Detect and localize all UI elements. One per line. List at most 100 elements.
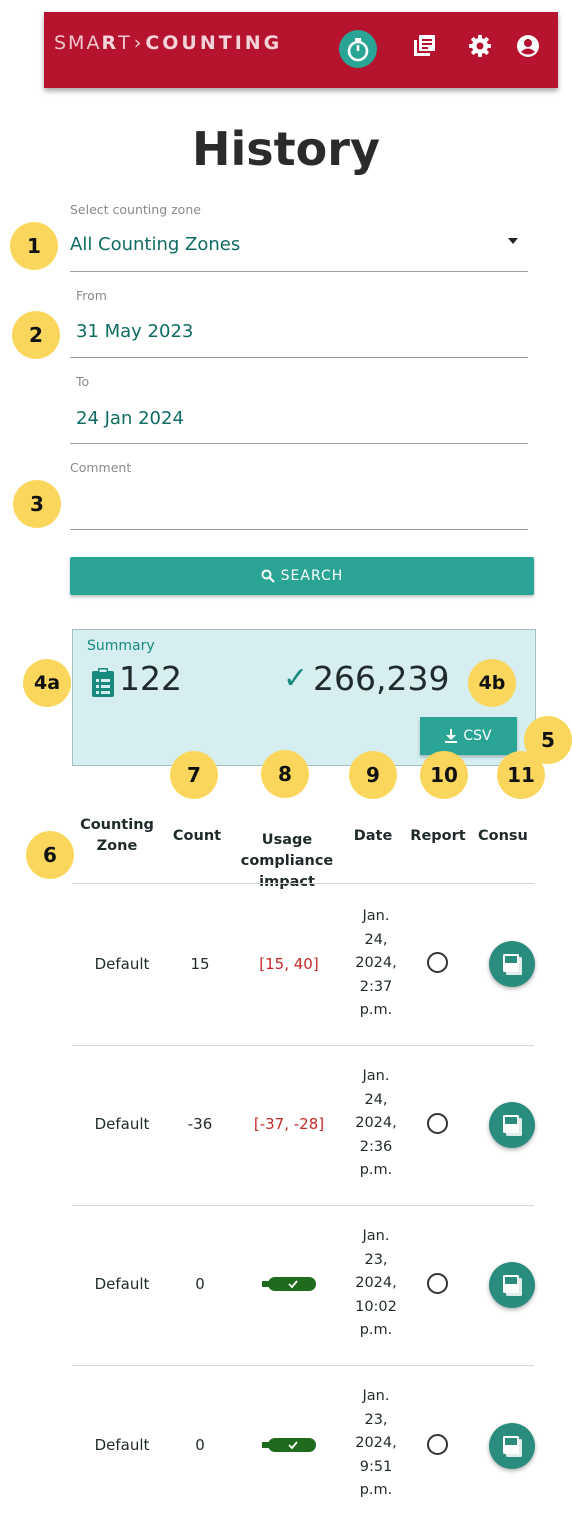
cell-counting-zone: Default — [94, 1115, 150, 1133]
logo-text-t: T — [118, 32, 132, 54]
comment-label: Comment — [70, 460, 132, 475]
cell-date: Jan. 24, 2024, 2:37 p.m. — [340, 905, 412, 1023]
settings-icon[interactable] — [468, 34, 492, 58]
from-label: From — [76, 288, 107, 303]
dropdown-arrow-icon[interactable] — [508, 238, 518, 244]
to-label: To — [76, 374, 90, 389]
pdf-consult-button[interactable] — [489, 1102, 535, 1148]
download-icon — [445, 729, 458, 743]
timer-button[interactable] — [339, 30, 377, 68]
summary-panel: Summary 122 ✓ 266,239 CSV — [72, 629, 536, 766]
zone-select-underline — [70, 271, 528, 272]
cell-usage-impact: [-37, -28] — [253, 1115, 325, 1133]
date-line: 2024, — [355, 1275, 397, 1291]
date-line: Jan. — [362, 908, 390, 924]
header-counting-zone-line2: Zone — [96, 838, 138, 854]
pdf-consult-button[interactable] — [489, 1262, 535, 1308]
date-line: Jan. — [362, 1388, 390, 1404]
header-impact-line1: Usage — [261, 832, 313, 848]
date-line: p.m. — [359, 1322, 393, 1338]
row-divider — [72, 1365, 534, 1366]
date-line: p.m. — [359, 1162, 393, 1178]
compliance-ok-pill-icon — [262, 1438, 316, 1452]
pdf-consult-button[interactable] — [489, 1423, 535, 1469]
header-counting-zone-line1: Counting — [80, 817, 154, 833]
zone-select[interactable]: All Counting Zones — [70, 234, 240, 255]
date-line: 9:51 — [359, 1458, 393, 1475]
cell-counting-zone: Default — [94, 955, 150, 973]
summary-compliance: 266,239 — [313, 659, 450, 698]
cell-date: Jan. 24, 2024, 2:36 p.m. — [340, 1065, 412, 1183]
account-icon[interactable] — [516, 34, 540, 58]
annotation-badge-9: 9 — [349, 751, 397, 799]
date-line: 2:37 — [359, 978, 393, 995]
comment-underline — [70, 529, 528, 530]
to-date-input[interactable]: 24 Jan 2024 — [76, 408, 184, 429]
header-counting-zone[interactable]: Counting Zone — [72, 815, 162, 857]
row-divider — [72, 1205, 534, 1206]
header-date[interactable]: Date — [350, 826, 396, 847]
date-line: p.m. — [359, 1482, 393, 1498]
report-radio[interactable] — [427, 1273, 448, 1294]
cell-usage-impact: [15, 40] — [259, 955, 319, 973]
report-radio[interactable] — [427, 952, 448, 973]
summary-label: Summary — [87, 638, 155, 654]
pdf-consult-button[interactable] — [489, 941, 535, 987]
pdf-icon — [503, 1436, 522, 1457]
date-line: 2024, — [355, 955, 397, 971]
date-line: 2024, — [355, 1115, 397, 1131]
csv-download-button[interactable]: CSV — [420, 717, 517, 755]
annotation-badge-10: 10 — [420, 751, 468, 799]
pdf-icon — [503, 1115, 522, 1136]
cell-count: 0 — [195, 1436, 205, 1454]
logo-text-r: R — [101, 32, 119, 54]
summary-count: 122 — [119, 659, 182, 698]
to-underline — [70, 443, 528, 444]
app-logo[interactable]: SMART › COUNTING — [54, 32, 282, 54]
cell-counting-zone: Default — [94, 1436, 150, 1454]
zone-select-label: Select counting zone — [70, 202, 201, 217]
annotation-badge-8: 8 — [261, 750, 309, 798]
date-line: Jan. — [362, 1228, 390, 1244]
row-divider — [72, 1045, 534, 1046]
cell-count: -36 — [187, 1115, 213, 1133]
annotation-badge-4b: 4b — [468, 659, 516, 707]
timer-icon — [347, 38, 369, 62]
date-line: 10:02 — [355, 1298, 397, 1315]
header-consult[interactable]: Consu — [478, 826, 536, 847]
header-divider — [72, 883, 534, 884]
cell-counting-zone: Default — [94, 1275, 150, 1293]
compliance-ok-pill-icon — [262, 1277, 316, 1291]
date-line: 23, — [364, 1411, 388, 1428]
cell-count: 15 — [190, 955, 210, 973]
annotation-badge-11: 11 — [497, 751, 545, 799]
date-line: Jan. — [362, 1068, 390, 1084]
logo-text-sma: SMA — [54, 32, 102, 54]
report-radio[interactable] — [427, 1434, 448, 1455]
date-line: 23, — [364, 1251, 388, 1268]
logo-arrow: › — [133, 32, 144, 54]
annotation-badge-6: 6 — [26, 831, 74, 879]
from-date-input[interactable]: 31 May 2023 — [76, 321, 193, 342]
clipboard-list-icon — [92, 668, 114, 697]
search-button[interactable]: SEARCH — [70, 557, 534, 595]
page-title: History — [192, 122, 380, 176]
history-icon[interactable] — [412, 34, 436, 58]
annotation-badge-1: 1 — [10, 222, 58, 270]
annotation-badge-4a: 4a — [23, 659, 71, 707]
report-radio[interactable] — [427, 1113, 448, 1134]
pdf-icon — [503, 1275, 522, 1296]
header-report[interactable]: Report — [405, 826, 471, 847]
date-line: 2024, — [355, 1435, 397, 1451]
annotation-badge-3: 3 — [13, 480, 61, 528]
annotation-badge-2: 2 — [12, 311, 60, 359]
header-count[interactable]: Count — [168, 826, 226, 847]
cell-date: Jan. 23, 2024, 9:51 p.m. — [340, 1385, 412, 1503]
check-icon: ✓ — [283, 661, 309, 696]
date-line: 24, — [364, 1091, 388, 1108]
comment-input[interactable] — [70, 492, 528, 522]
date-line: p.m. — [359, 1002, 393, 1018]
csv-button-label: CSV — [463, 728, 492, 744]
logo-text-counting: COUNTING — [145, 32, 283, 54]
pdf-icon — [503, 954, 522, 975]
